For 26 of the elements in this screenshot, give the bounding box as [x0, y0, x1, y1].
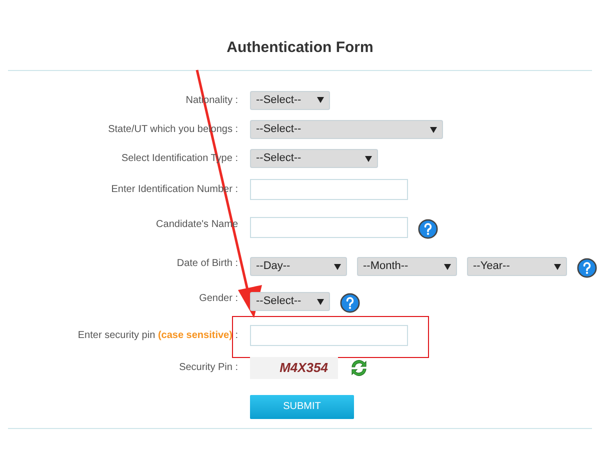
dropdown[interactable]: --Year--: [467, 257, 567, 276]
caret-icon: [430, 126, 437, 132]
text-field[interactable]: [250, 324, 408, 346]
field-label: Enter security pin (case sensitive) :: [78, 328, 238, 342]
help-icon[interactable]: [340, 292, 360, 312]
dropdown[interactable]: --Month--: [357, 257, 457, 276]
text-field[interactable]: [250, 217, 408, 238]
caret-icon: [317, 97, 324, 103]
caret-icon: [365, 156, 372, 162]
caret-icon: [554, 264, 561, 270]
dropdown[interactable]: --Select--: [250, 292, 330, 311]
dropdown[interactable]: --Select--: [250, 90, 330, 110]
field-label: Date of Birth :: [176, 257, 238, 271]
captcha-image: M4X354: [250, 356, 338, 378]
dropdown[interactable]: --Select--: [250, 149, 378, 168]
caret-icon: [317, 298, 324, 304]
field-label: Security Pin :: [179, 361, 238, 375]
field-label: Gender :: [199, 292, 238, 306]
help-icon[interactable]: [577, 258, 597, 278]
text-field[interactable]: [250, 178, 408, 200]
dropdown[interactable]: --Select--: [250, 120, 443, 139]
caret-icon: [444, 264, 451, 270]
dropdown[interactable]: --Day--: [250, 257, 347, 276]
form-title: Authentication Form: [226, 38, 374, 58]
caret-icon: [334, 264, 341, 270]
help-icon[interactable]: [418, 218, 438, 238]
